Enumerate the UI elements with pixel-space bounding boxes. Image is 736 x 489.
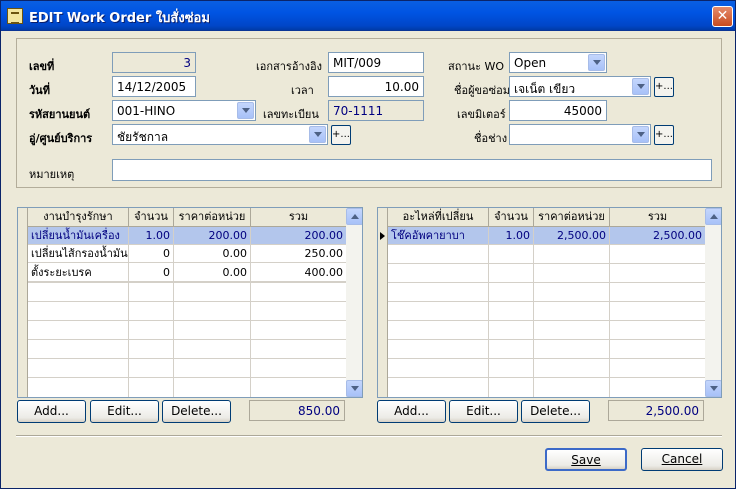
mechanic-select[interactable] [509,124,651,145]
table-cell[interactable]: 400.00 [251,264,347,282]
table-cell[interactable]: 1.00 [129,227,174,245]
footer-divider [16,435,722,437]
services-delete-button[interactable]: Delete... [162,400,231,423]
parts-delete-button[interactable]: Delete... [521,400,590,423]
mechanic-label: ชื่อช่าง [474,132,508,145]
table-cell[interactable]: 0 [129,245,174,263]
close-button[interactable]: ✕ [712,6,733,27]
row-indicator-header [18,208,28,227]
vehicle-label: รหัสยานยนต์ [29,108,91,121]
parts-scrollbar[interactable] [705,208,721,397]
mechanic-add-button[interactable]: +... [654,125,674,145]
work-order-window: EDIT Work Order ใบสั่งซ่อม ✕ เลขที่ 3 เอ… [0,0,736,489]
table-cell[interactable]: 2,500.00 [610,227,706,245]
date-field[interactable]: 14/12/2005 [112,76,196,97]
services-scrollbar[interactable] [346,208,362,397]
table-row[interactable]: โช๊คอัพคายาบา [388,227,489,245]
table-row[interactable]: เปลี่ยนน้ำมันเครื่อง [28,227,129,245]
parts-col-name[interactable]: อะไหล่ที่เปลี่ยน [388,208,489,227]
services-total: 850.00 [249,400,345,421]
vehicle-value: 001-HINO [117,104,176,118]
mileage-field[interactable]: 45000 [509,100,607,121]
requester-select[interactable]: เจเน็ต เขียว [509,76,651,97]
window-title: EDIT Work Order ใบสั่งซ่อม [29,11,210,26]
chevron-down-icon[interactable] [309,126,326,143]
ref-doc-field[interactable]: MIT/009 [328,52,424,73]
parts-grid[interactable]: อะไหล่ที่เปลี่ยน จำนวน ราคาต่อหน่วย รวม … [377,207,722,398]
garage-value: ชัยรัชกาล [117,130,169,144]
services-add-button[interactable]: Add... [17,400,86,423]
scroll-up-icon[interactable] [346,208,362,225]
plate-field[interactable]: 70-1111 [328,100,424,121]
ref-doc-label: เอกสารอ้างอิง [256,60,322,73]
status-label: สถานะ WO [448,60,505,73]
parts-edit-button[interactable]: Edit... [449,400,518,423]
table-row[interactable]: เปลี่ยนไส้กรองน้ำมันเ [28,245,129,263]
garage-label: อู่/ศูนย์บริการ [29,132,93,145]
parts-col-unit-price[interactable]: ราคาต่อหน่วย [534,208,610,227]
services-col-name[interactable]: งานบำรุงรักษา [28,208,129,227]
chevron-down-icon[interactable] [588,54,605,71]
date-label: วันที่ [29,84,50,97]
requester-add-button[interactable]: +... [654,77,674,97]
requester-label: ชื่อผู้ขอซ่อม [454,84,510,97]
parts-col-total[interactable]: รวม [610,208,706,227]
cancel-button[interactable]: Cancel [641,448,723,471]
row-indicator-column [378,227,388,397]
table-cell[interactable]: 250.00 [251,245,347,263]
chevron-down-icon[interactable] [237,102,254,119]
row-indicator-header [378,208,388,227]
services-col-unit-price[interactable]: ราคาต่อหน่วย [174,208,251,227]
remark-field[interactable] [112,159,712,181]
chevron-down-icon[interactable] [632,78,649,95]
services-edit-button[interactable]: Edit... [90,400,159,423]
table-cell[interactable]: 200.00 [251,227,347,245]
row-indicator-column [18,227,28,397]
table-row[interactable]: ตั้งระยะเบรค [28,264,129,282]
table-cell[interactable]: 0.00 [174,245,251,263]
plate-label: เลขทะเบียน [263,108,319,121]
status-value: Open [514,56,547,70]
parts-total: 2,500.00 [608,400,704,421]
doc-no-label: เลขที่ [29,60,55,73]
requester-value: เจเน็ต เขียว [514,82,576,96]
garage-select[interactable]: ชัยรัชกาล [112,124,328,145]
scroll-down-icon[interactable] [346,380,362,397]
remark-label: หมายเหตุ [29,168,75,181]
scroll-up-icon[interactable] [705,208,721,225]
save-button[interactable]: Save [545,448,627,471]
parts-col-qty[interactable]: จำนวน [489,208,534,227]
services-col-total[interactable]: รวม [251,208,347,227]
table-cell[interactable]: 2,500.00 [534,227,610,245]
status-select[interactable]: Open [509,52,607,73]
time-label: เวลา [291,84,314,97]
title-bar: EDIT Work Order ใบสั่งซ่อม ✕ [1,1,735,31]
table-cell[interactable]: 1.00 [489,227,534,245]
form-icon [7,8,23,24]
mileage-label: เลขมิเตอร์ [457,108,506,121]
vehicle-select[interactable]: 001-HINO [112,100,256,121]
services-col-qty[interactable]: จำนวน [129,208,174,227]
parts-add-button[interactable]: Add... [377,400,446,423]
doc-no-field[interactable]: 3 [112,52,196,73]
chevron-down-icon[interactable] [632,126,649,143]
table-cell[interactable]: 200.00 [174,227,251,245]
garage-add-button[interactable]: +... [331,125,351,145]
table-cell[interactable]: 0.00 [174,264,251,282]
close-icon: ✕ [716,8,729,24]
scroll-down-icon[interactable] [705,380,721,397]
table-cell[interactable]: 0 [129,264,174,282]
time-field[interactable]: 10.00 [328,76,424,97]
current-row-arrow-icon [380,232,385,240]
services-grid[interactable]: งานบำรุงรักษา จำนวน ราคาต่อหน่วย รวม เปล… [17,207,363,398]
